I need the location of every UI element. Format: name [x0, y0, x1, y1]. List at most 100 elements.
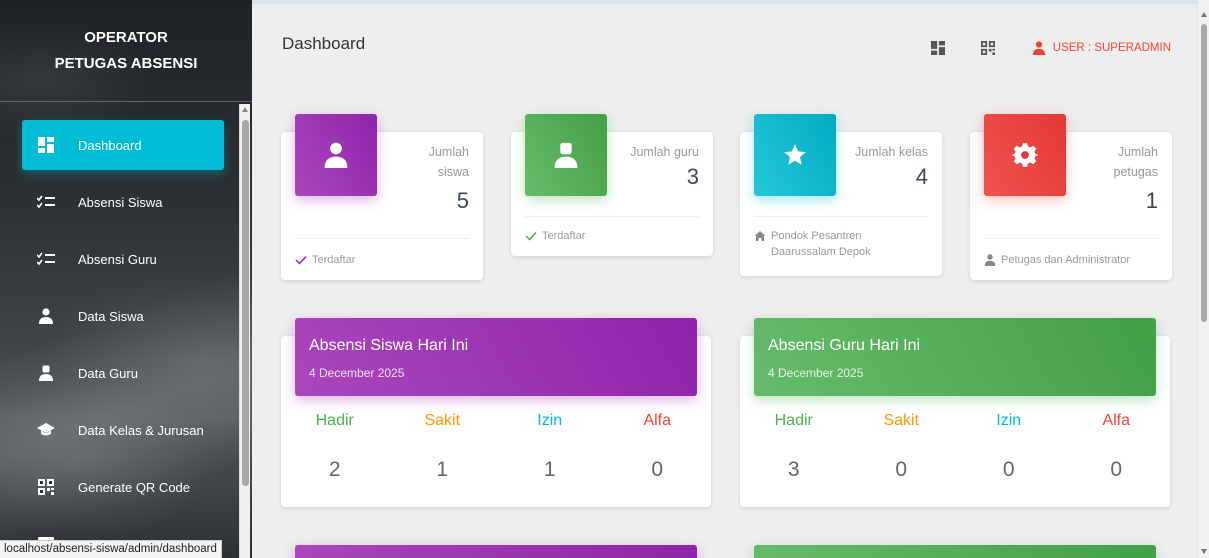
attendance-date: 4 December 2025 [309, 366, 405, 380]
attendance-date: 4 December 2025 [768, 366, 864, 380]
home-icon [754, 231, 766, 241]
stat-value: 4 [915, 164, 928, 189]
sidebar-item-absensi-siswa[interactable]: Absensi Siswa [22, 177, 224, 227]
stat-footer-text: Terdaftar [312, 254, 356, 266]
value-hadir: 3 [787, 458, 800, 481]
attendance-values: 2 1 1 0 [281, 458, 711, 482]
value-izin: 0 [1002, 458, 1015, 481]
sidebar-item-label: Data Siswa [78, 308, 144, 324]
value-izin: 1 [543, 458, 556, 481]
stat-footer-text: Petugas dan Administrator [1001, 254, 1131, 266]
top-actions: USER : SUPERADMIN [896, 40, 1171, 56]
status-bar-url: localhost/absensi-siswa/admin/dashboard [0, 540, 222, 558]
value-hadir: 2 [328, 458, 341, 481]
stat-card-petugas: Jumlah petugas 1 Petugas dan Administrat… [970, 114, 1172, 280]
sidebar-nav: Dashboard Absensi Siswa Absensi Guru Dat… [0, 120, 236, 558]
dashboard-icon[interactable] [930, 40, 946, 56]
stat-footer: Petugas dan Administrator [984, 252, 1162, 268]
attendance-labels: Hadir Sakit Izin Alfa [281, 412, 711, 430]
person-icon [324, 142, 348, 168]
stat-value: 5 [456, 188, 469, 213]
page-scrollbar[interactable] [1197, 0, 1209, 558]
sidebar-item-label: Data Kelas & Jurusan [78, 422, 204, 438]
stat-category: Jumlah guru [630, 145, 699, 159]
page-title: Dashboard [282, 34, 366, 53]
star-icon [784, 144, 806, 165]
dashboard-icon [36, 135, 56, 155]
sidebar-scroll-thumb[interactable] [242, 120, 249, 486]
stat-icon-box [984, 114, 1066, 196]
sidebar-item-data-kelas-jurusan[interactable]: Data Kelas & Jurusan [22, 405, 224, 455]
stat-category: Jumlah kelas [855, 145, 928, 159]
main-content: Dashboard USER : SUPERADMIN Jumlah siswa… [252, 0, 1197, 558]
divider [984, 238, 1158, 239]
sidebar-item-absensi-guru[interactable]: Absensi Guru [22, 234, 224, 284]
stat-card-siswa: Jumlah siswa 5 Terdaftar [281, 114, 483, 280]
brand-line-2: PETUGAS ABSENSI [54, 54, 198, 72]
scroll-up-icon[interactable] [1201, 12, 1207, 17]
stat-footer: Terdaftar [525, 228, 703, 244]
page-scroll-thumb[interactable] [1201, 24, 1207, 322]
top-border [252, 0, 1197, 4]
scroll-up-icon[interactable] [242, 107, 248, 112]
value-sakit: 1 [436, 458, 449, 481]
checklist-icon [36, 249, 56, 269]
stat-value: 1 [1145, 188, 1158, 213]
stat-icon-box [525, 114, 607, 196]
sidebar-item-label: Absensi Siswa [78, 194, 163, 210]
stat-icon-box [754, 114, 836, 196]
stat-icon-box [295, 114, 377, 196]
sidebar: OPERATOR PETUGAS ABSENSI Dashboard Absen… [0, 0, 252, 558]
value-sakit: 0 [895, 458, 908, 481]
gear-icon [1012, 143, 1038, 167]
attendance-card-guru: Absensi Guru Hari Ini 4 December 2025 Ha… [740, 318, 1170, 507]
user-menu-link[interactable]: USER : SUPERADMIN [1032, 41, 1171, 55]
sidebar-item-data-siswa[interactable]: Data Siswa [22, 291, 224, 341]
brand-line-1: OPERATOR [84, 28, 168, 46]
person-badge-icon [554, 142, 578, 168]
stat-footer: Terdaftar [295, 252, 473, 268]
value-alfa: 0 [651, 458, 664, 481]
divider [295, 238, 469, 239]
sidebar-item-data-guru[interactable]: Data Guru [22, 348, 224, 398]
attendance-header: Absensi Guru Hari Ini 4 December 2025 [754, 318, 1156, 396]
divider [754, 216, 928, 217]
label-izin: Izin [996, 412, 1022, 429]
stat-card-guru: Jumlah guru 3 Terdaftar [511, 114, 713, 256]
stat-category: Jumlah siswa [428, 145, 469, 179]
stat-footer-text: Pondok Pesantren Daarussalam Depok [771, 230, 871, 258]
person-badge-icon [36, 363, 56, 383]
brand[interactable]: OPERATOR PETUGAS ABSENSI [0, 0, 252, 102]
attendance-labels: Hadir Sakit Izin Alfa [740, 412, 1170, 430]
scroll-down-icon[interactable] [1201, 549, 1207, 554]
checklist-icon [36, 192, 56, 212]
person-icon [1032, 41, 1045, 55]
attendance-card-siswa: Absensi Siswa Hari Ini 4 December 2025 H… [281, 318, 711, 507]
stat-footer-text: Terdaftar [542, 230, 586, 242]
sidebar-scrollbar[interactable] [239, 104, 250, 558]
stat-value: 3 [686, 164, 699, 189]
stat-card-kelas: Jumlah kelas 4 Pondok Pesantren Daarussa… [740, 114, 942, 276]
label-sakit: Sakit [883, 412, 920, 429]
attendance-title: Absensi Siswa Hari Ini [309, 337, 469, 354]
label-izin: Izin [537, 412, 563, 429]
value-alfa: 0 [1110, 458, 1123, 481]
sidebar-item-dashboard[interactable]: Dashboard [22, 120, 224, 170]
sidebar-item-label: Data Guru [78, 365, 138, 381]
person-icon [36, 306, 56, 326]
sidebar-item-generate-qr[interactable]: Generate QR Code [22, 462, 224, 512]
attendance-values: 3 0 0 0 [740, 458, 1170, 482]
qr-code-icon[interactable] [980, 40, 996, 56]
person-icon [984, 254, 996, 266]
next-card-header-purple [295, 545, 697, 558]
label-sakit: Sakit [424, 412, 461, 429]
label-hadir: Hadir [774, 412, 813, 429]
attendance-header: Absensi Siswa Hari Ini 4 December 2025 [295, 318, 697, 396]
attendance-title: Absensi Guru Hari Ini [768, 337, 921, 354]
label-alfa: Alfa [643, 412, 672, 429]
stat-category: Jumlah petugas [1113, 145, 1158, 179]
label-hadir: Hadir [315, 412, 354, 429]
stat-footer: Pondok Pesantren Daarussalam Depok [754, 228, 932, 260]
label-alfa: Alfa [1102, 412, 1131, 429]
sidebar-item-label: Dashboard [78, 137, 142, 153]
